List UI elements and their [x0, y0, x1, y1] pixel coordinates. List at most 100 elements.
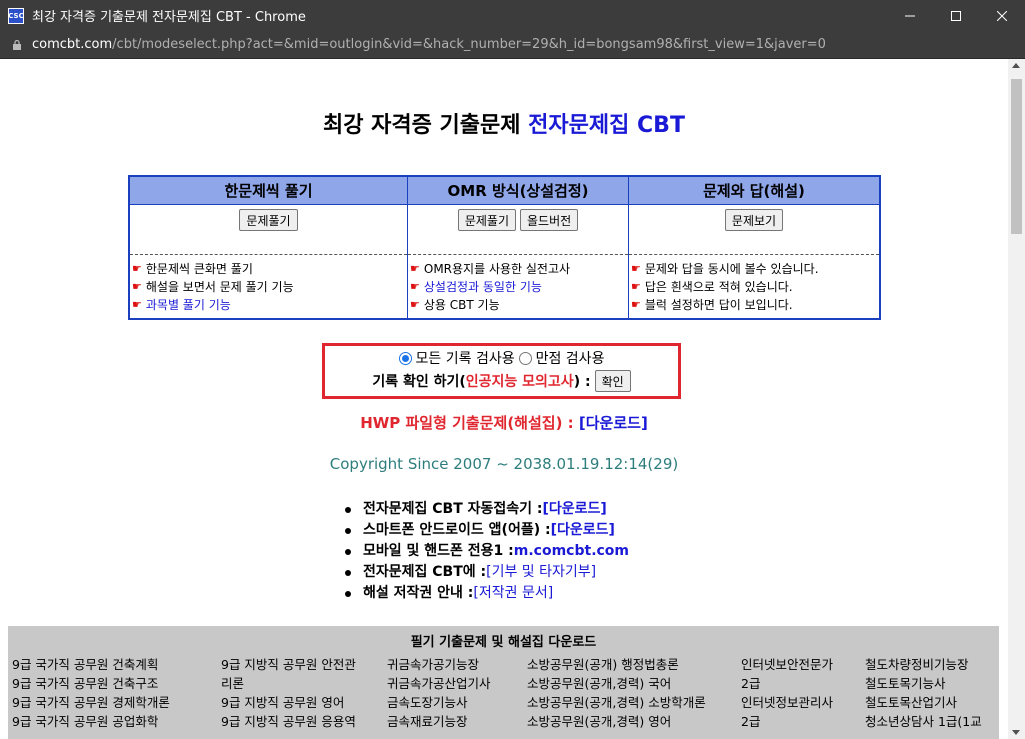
url-path: /cbt/modeselect.php?act=&mid=outlogin&vi… [112, 37, 826, 52]
link-list: 전자문제집 CBT 자동접속기 : [다운로드] 스마트폰 안드로이드 앱(어플… [345, 499, 629, 604]
list-item: ☛ 문제와 답을 동시에 볼수 있습니다. [631, 260, 879, 278]
download-link[interactable]: 귀금속가공기능장 [387, 655, 491, 674]
donation-link[interactable]: [기부 및 타자기부] [486, 562, 596, 583]
download-link[interactable]: 2급 [741, 674, 833, 693]
download-link[interactable]: 9급 국가직 공무원 공업화학 [12, 712, 170, 731]
radio-all-records[interactable] [398, 351, 412, 365]
list-item: ☛ 한문제씩 큰화면 풀기 [132, 260, 407, 278]
feature-text: 상설검정과 동일한 기능 [423, 280, 542, 294]
maximize-icon[interactable] [933, 0, 979, 31]
app-icon: CSC [8, 7, 24, 24]
confirm-button[interactable]: 확인 [594, 370, 631, 392]
lock-icon [13, 39, 21, 50]
download-link[interactable]: 9급 국가직 공무원 경제학개론 [12, 693, 170, 712]
download-link[interactable]: 철도토목기능사 [865, 674, 982, 693]
record-label-suffix: ) : [573, 374, 591, 390]
page-content: 최강 자격증 기출문제 전자문제집 CBT 한문제씩 풀기 문제풀기 ☛ 한문제씩… [0, 59, 1008, 739]
link-label: 해설 저작권 안내 : [363, 585, 474, 601]
minimize-icon[interactable] [887, 0, 933, 31]
auto-connector-download-link[interactable]: [다운로드] [543, 499, 607, 520]
pointing-hand-icon: ☛ [631, 298, 641, 311]
record-label-prefix: 기록 확인 하기( [372, 374, 466, 390]
download-link[interactable]: 소방공무원(공개,경력) 영어 [527, 712, 706, 731]
pointing-hand-icon: ☛ [132, 262, 142, 275]
feature-text: 답은 흰색으로 적혀 있습니다. [644, 280, 793, 294]
download-link[interactable]: 인터넷보안전문가 [741, 655, 833, 674]
list-item: 스마트폰 안드로이드 앱(어플) : [다운로드] [345, 520, 629, 541]
feature-text: 한문제씩 큰화면 풀기 [145, 262, 253, 276]
radio-all-records-label: 모든 기록 검사용 [415, 351, 515, 367]
list-item: ☛ 답은 흰색으로 적혀 있습니다. [631, 278, 879, 296]
mode-buttons: 문제풀기 [130, 205, 407, 255]
list-item: ☛ 상용 CBT 기능 [410, 296, 628, 314]
download-link[interactable]: 금속재료기능장 [387, 712, 491, 731]
list-item: ☛ 상설검정과 동일한 기능 [410, 278, 628, 296]
solve-single-button[interactable]: 문제풀기 [239, 209, 298, 231]
feature-text: OMR용지를 사용한 실전고사 [423, 262, 571, 276]
download-link[interactable]: 철도토목산업기사 [865, 693, 982, 712]
old-version-button[interactable]: 올드버전 [520, 209, 579, 231]
download-link[interactable]: 리론 [221, 674, 356, 693]
list-item: 전자문제집 CBT에 : [기부 및 타자기부] [345, 562, 629, 583]
radio-perfect-score[interactable] [518, 351, 532, 365]
mobile-site-link[interactable]: m.comcbt.com [514, 541, 629, 562]
feature-text: 블럭 설정하면 답이 보입니다. [644, 298, 793, 312]
download-column: 소방공무원(공개) 행정법총론 소방공무원(공개,경력) 국어 소방공무원(공개… [527, 655, 706, 731]
mode-heading: OMR 방식(상설검정) [408, 177, 628, 205]
list-item: 해설 저작권 안내 : [저작권 문서] [345, 583, 629, 604]
feature-list: ☛ 한문제씩 큰화면 풀기 ☛ 해설을 보면서 문제 풀기 기능 ☛ 과목별 풀기 기… [130, 255, 407, 314]
pointing-hand-icon: ☛ [631, 280, 641, 293]
pointing-hand-icon: ☛ [410, 280, 420, 293]
download-panel: 필기 기출문제 및 해설집 다운로드 9급 국가직 공무원 건축계획 9급 국가… [8, 626, 999, 739]
scroll-down-icon[interactable] [1012, 730, 1020, 735]
link-label: 전자문제집 CBT 자동접속기 : [363, 501, 543, 517]
download-link[interactable]: 금속도장기능사 [387, 693, 491, 712]
download-link[interactable]: 철도차량정비기능장 [865, 655, 982, 674]
list-item: ☛ 과목별 풀기 기능 [132, 296, 407, 314]
download-column: 철도차량정비기능장 철도토목기능사 철도토목산업기사 청소년상담사 1급(1교 [865, 655, 982, 731]
hwp-download-link[interactable]: [다운로드] [579, 414, 648, 432]
feature-list: ☛ OMR용지를 사용한 실전고사 ☛ 상설검정과 동일한 기능 ☛ 상용 CBT 기… [408, 255, 628, 314]
list-item: 모바일 및 핸드폰 전용1 : m.comcbt.com [345, 541, 629, 562]
download-column: 귀금속가공기능장 귀금속가공산업기사 금속도장기능사 금속재료기능장 [387, 655, 491, 731]
mode-heading: 한문제씩 풀기 [130, 177, 407, 205]
record-label-highlight: 인공지능 모의고사 [465, 374, 574, 390]
link-label: 스마트폰 안드로이드 앱(어플) : [363, 522, 551, 538]
hwp-label: HWP 파일형 기출문제(해설집) : [360, 414, 579, 432]
download-link[interactable]: 9급 지방직 공무원 영어 [221, 693, 356, 712]
hwp-download: HWP 파일형 기출문제(해설집) : [다운로드] [0, 412, 1008, 433]
download-link[interactable]: 9급 국가직 공무원 건축구조 [12, 674, 170, 693]
download-link[interactable]: 소방공무원(공개,경력) 소방학개론 [527, 693, 706, 712]
download-link[interactable]: 귀금속가공산업기사 [387, 674, 491, 693]
vertical-scrollbar[interactable] [1008, 59, 1025, 739]
pointing-hand-icon: ☛ [132, 280, 142, 293]
view-problems-button[interactable]: 문제보기 [724, 209, 784, 231]
close-icon[interactable] [979, 0, 1025, 31]
download-column: 9급 국가직 공무원 건축계획 9급 국가직 공무원 건축구조 9급 국가직 공… [12, 655, 170, 731]
url-host: comcbt.com [32, 37, 113, 52]
scroll-up-icon[interactable] [1012, 63, 1020, 68]
link-label: 전자문제집 CBT에 : [363, 564, 487, 580]
download-link[interactable]: 9급 지방직 공무원 응용역 [221, 712, 356, 731]
download-link[interactable]: 9급 지방직 공무원 안전관 [221, 655, 356, 674]
list-item: ☛ 해설을 보면서 문제 풀기 기능 [132, 278, 407, 296]
download-link[interactable]: 소방공무원(공개,경력) 국어 [527, 674, 706, 693]
download-panel-title: 필기 기출문제 및 해설집 다운로드 [410, 635, 597, 650]
download-link[interactable]: 인터넷정보관리사 [741, 693, 833, 712]
address-bar[interactable]: comcbt.com/cbt/modeselect.php?act=&mid=o… [0, 31, 1025, 59]
download-link[interactable]: 청소년상담사 1급(1교 [865, 712, 982, 731]
download-link[interactable]: 2급 [741, 712, 833, 731]
record-check-box: 모든 기록 검사용 만점 검사용 기록 확인 하기(인공지능 모의고사) : 확… [322, 343, 681, 399]
link-label: 모바일 및 핸드폰 전용1 : [363, 543, 514, 559]
pointing-hand-icon: ☛ [132, 298, 142, 311]
download-link[interactable]: 9급 국가직 공무원 건축계획 [12, 655, 170, 674]
copyright-doc-link[interactable]: [저작권 문서] [473, 583, 553, 604]
download-link[interactable]: 소방공무원(공개) 행정법총론 [527, 655, 706, 674]
scroll-thumb[interactable] [1011, 79, 1022, 234]
android-app-download-link[interactable]: [다운로드] [551, 520, 615, 541]
record-options: 모든 기록 검사용 만점 검사용 [325, 348, 678, 368]
window-controls [887, 0, 1025, 31]
feature-list: ☛ 문제와 답을 동시에 볼수 있습니다. ☛ 답은 흰색으로 적혀 있습니다. ☛… [629, 255, 879, 314]
mode-heading: 문제와 답(해설) [629, 177, 879, 205]
solve-omr-button[interactable]: 문제풀기 [457, 209, 516, 231]
